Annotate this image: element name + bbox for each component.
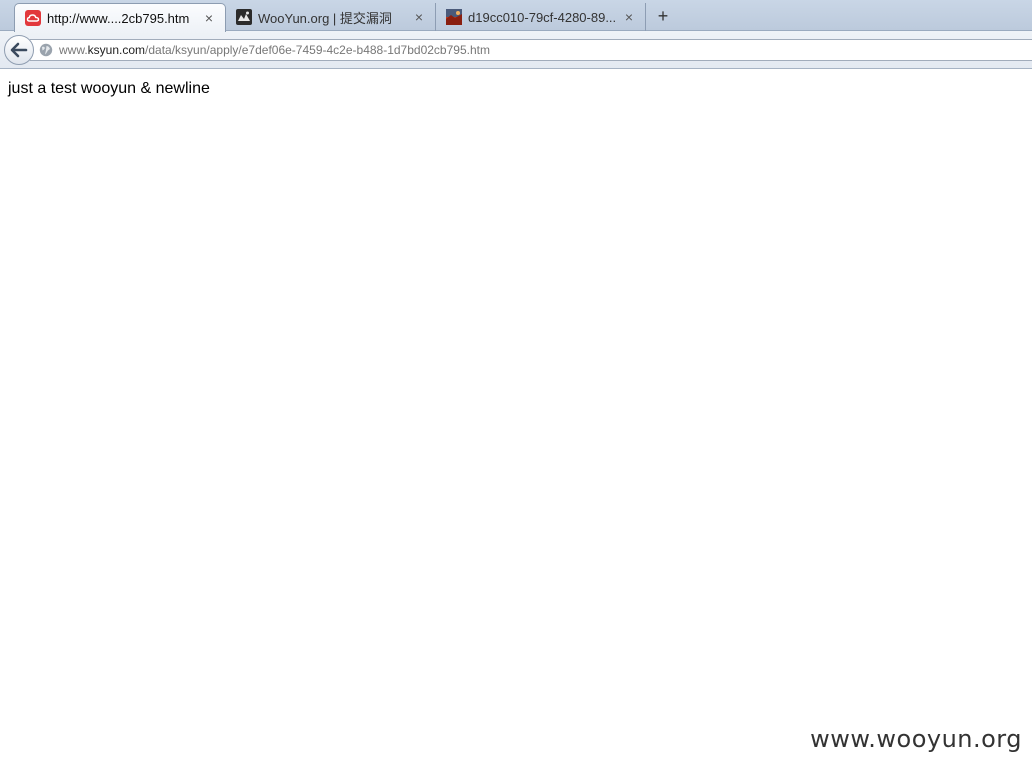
close-tab-icon[interactable]: ×: [201, 10, 217, 26]
url-prefix: www.: [59, 43, 88, 57]
tab-wooyun-submit[interactable]: WooYun.org | 提交漏洞 ×: [226, 3, 436, 31]
page-content: just a test wooyun & newline www.wooyun.…: [0, 70, 1032, 767]
tab-title: http://www....2cb795.htm: [47, 10, 190, 26]
back-arrow-icon: [10, 42, 28, 58]
navigation-bar: www.ksyun.com/data/ksyun/apply/e7def06e-…: [0, 31, 1032, 69]
watermark: www.wooyun.org: [810, 725, 1022, 753]
globe-icon[interactable]: [39, 43, 53, 57]
browser-window: http://www....2cb795.htm × WooYun.org | …: [0, 0, 1032, 767]
image-thumbnail-icon: [446, 9, 462, 25]
tab-strip: http://www....2cb795.htm × WooYun.org | …: [0, 0, 1032, 32]
url-path: /data/ksyun/apply/e7def06e-7459-4c2e-b48…: [145, 43, 490, 57]
wooyun-logo-icon: [236, 9, 252, 25]
tab-image-file[interactable]: d19cc010-79cf-4280-89... ×: [436, 3, 646, 31]
url-bar[interactable]: www.ksyun.com/data/ksyun/apply/e7def06e-…: [30, 39, 1032, 61]
new-tab-button[interactable]: +: [653, 6, 673, 26]
close-tab-icon[interactable]: ×: [411, 9, 427, 25]
tab-ksyun-page[interactable]: http://www....2cb795.htm ×: [14, 3, 226, 32]
url-text[interactable]: www.ksyun.com/data/ksyun/apply/e7def06e-…: [59, 43, 490, 57]
url-domain: ksyun.com: [87, 43, 146, 57]
tab-title: WooYun.org | 提交漏洞: [258, 10, 392, 26]
ksyun-cloud-icon: [25, 10, 41, 26]
back-button[interactable]: [4, 35, 34, 65]
tab-title: d19cc010-79cf-4280-89...: [468, 9, 617, 25]
page-body-text: just a test wooyun & newline: [8, 80, 210, 97]
close-tab-icon[interactable]: ×: [621, 9, 637, 25]
